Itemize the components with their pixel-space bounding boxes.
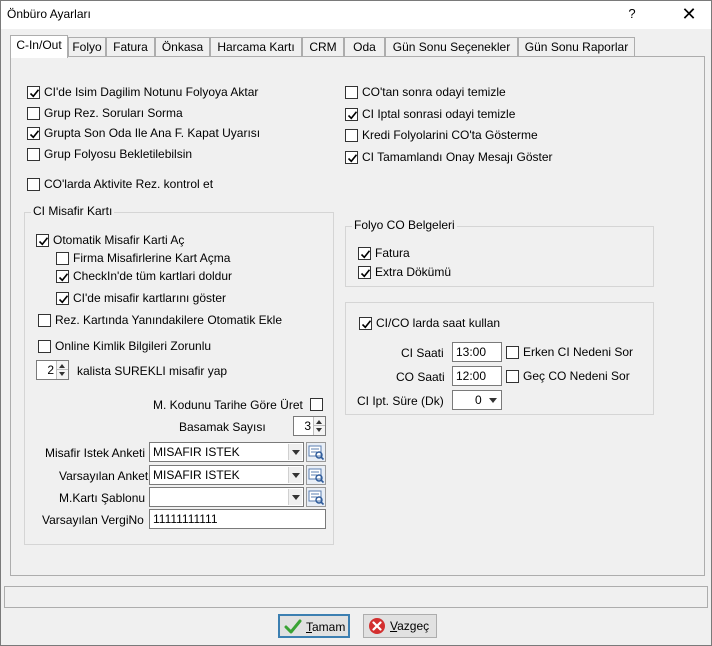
survey-lookup-button[interactable] <box>306 442 326 462</box>
group-title: CI Misafir Kartı <box>31 204 115 218</box>
checkbox[interactable] <box>56 252 69 265</box>
code-by-date-label: M. Kodunu Tarihe Göre Üret <box>153 398 303 412</box>
tab-gun-sonu-raporlar[interactable]: Gün Sonu Raporlar <box>518 37 635 57</box>
ci-time-input[interactable]: 13:00 <box>452 342 502 362</box>
chevron-down-icon[interactable] <box>288 489 302 505</box>
ci-cancel-duration-label: CI Ipt. Süre (Dk) <box>357 394 444 408</box>
checkbox[interactable] <box>359 317 372 330</box>
title-bar: Önbüro Ayarları ? ✕ <box>1 1 711 29</box>
folio-co-documents-group: Folyo CO Belgeleri Fatura Extra Dökümü <box>345 218 654 287</box>
stay-count-label: kalista SUREKLI misafir yap <box>77 364 228 378</box>
tab-harcama-karti[interactable]: Harcama Kartı <box>210 37 302 57</box>
default-survey-select[interactable]: MISAFIR ISTEK <box>149 465 304 485</box>
tab-oda[interactable]: Oda <box>344 37 385 57</box>
ci-cancel-duration-select[interactable]: 0 <box>452 390 502 410</box>
checkbox[interactable] <box>36 234 49 247</box>
checkbox[interactable] <box>345 108 358 121</box>
tab-gun-sonu-secenekler[interactable]: Gün Sonu Seçenekler <box>385 37 518 57</box>
ci-co-time-group: CI/CO larda saat kullan CI Saati 13:00 E… <box>345 302 654 415</box>
stepper-arrows[interactable] <box>56 361 68 379</box>
checkbox[interactable] <box>27 107 40 120</box>
chevron-down-icon[interactable] <box>288 467 302 483</box>
checkbox[interactable] <box>38 340 51 353</box>
tab-c-in-out[interactable]: C-In/Out <box>10 35 68 58</box>
checkbox[interactable] <box>345 129 358 142</box>
stay-count-stepper[interactable]: 2 <box>36 360 69 380</box>
checkbox[interactable] <box>27 148 40 161</box>
tab-crm[interactable]: CRM <box>302 37 344 57</box>
digit-count-label: Basamak Sayısı <box>179 420 266 434</box>
cancel-icon <box>369 618 385 634</box>
chevron-down-icon[interactable] <box>486 392 500 408</box>
tab-fatura[interactable]: Fatura <box>106 37 155 57</box>
tax-number-input[interactable]: 11111111111 <box>149 509 326 529</box>
option-code-by-date[interactable] <box>310 396 326 412</box>
card-template-lookup-button[interactable] <box>306 487 326 507</box>
ci-time-label: CI Saati <box>401 346 444 360</box>
checkbox[interactable] <box>27 127 40 140</box>
checkbox[interactable] <box>506 346 519 359</box>
default-survey-lookup-button[interactable] <box>306 465 326 485</box>
survey-label: Misafir Istek Anketi <box>45 446 146 460</box>
checkbox[interactable] <box>27 86 40 99</box>
card-template-label: M.Kartı Şablonu <box>59 491 146 505</box>
ok-button[interactable]: Tamam <box>278 614 350 638</box>
checkbox[interactable] <box>345 86 358 99</box>
co-time-label: CO Saati <box>396 370 445 384</box>
checkbox[interactable] <box>56 292 69 305</box>
lookup-icon <box>308 490 325 506</box>
checkbox[interactable] <box>27 178 40 191</box>
tab-onkasa[interactable]: Önkasa <box>155 37 210 57</box>
checkmark-icon <box>284 619 302 634</box>
group-title: Folyo CO Belgeleri <box>352 218 457 232</box>
ci-guest-card-group: CI Misafir Kartı Otomatik Misafir Karti … <box>24 204 334 545</box>
digit-count-stepper[interactable]: 3 <box>293 416 326 436</box>
default-survey-label: Varsayılan Anket <box>59 469 149 483</box>
window-title: Önbüro Ayarları <box>7 7 91 21</box>
card-template-select[interactable] <box>149 487 304 507</box>
cancel-button[interactable]: Vazgeç <box>363 614 437 638</box>
co-time-input[interactable]: 12:00 <box>452 366 502 386</box>
lookup-icon <box>308 445 325 461</box>
tab-folyo[interactable]: Folyo <box>68 37 106 57</box>
checkbox[interactable] <box>56 270 69 283</box>
survey-select[interactable]: MISAFIR ISTEK <box>149 442 304 462</box>
lookup-icon <box>308 468 325 484</box>
settings-window: Önbüro Ayarları ? ✕ C-In/Out Folyo Fatur… <box>0 0 712 646</box>
tax-number-label: Varsayılan VergiNo <box>42 513 144 527</box>
checkbox[interactable] <box>38 314 51 327</box>
checkbox[interactable] <box>345 151 358 164</box>
stepper-arrows[interactable] <box>313 417 325 435</box>
c-in-out-panel: CI'de Isim Dagilim Notunu Folyoya Aktar … <box>10 56 705 576</box>
checkbox[interactable] <box>310 398 323 411</box>
close-button[interactable]: ✕ <box>677 3 701 25</box>
checkbox[interactable] <box>506 370 519 383</box>
help-button[interactable]: ? <box>625 6 639 21</box>
checkbox[interactable] <box>358 266 371 279</box>
status-bar <box>4 586 708 608</box>
chevron-down-icon[interactable] <box>288 444 302 460</box>
checkbox[interactable] <box>358 247 371 260</box>
